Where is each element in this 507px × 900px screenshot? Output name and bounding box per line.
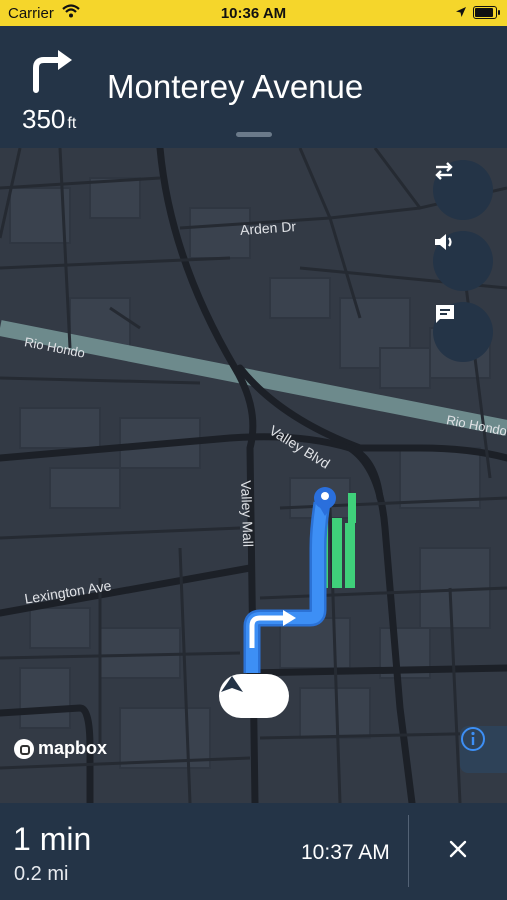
turn-right-icon — [28, 46, 76, 99]
mapbox-wordmark: mapbox — [38, 738, 108, 758]
cancel-navigation-button[interactable] — [437, 830, 479, 872]
arrival-time: 10:37 AM — [301, 841, 390, 864]
remaining-time: 1 min — [13, 821, 92, 857]
trip-progress-bar: 1 min 0.2 mi 10:37 AM — [0, 803, 507, 900]
banner-drag-handle[interactable] — [236, 132, 272, 137]
mute-button[interactable] — [433, 231, 493, 291]
status-bar: Carrier 10:36 AM — [0, 0, 507, 26]
map-view[interactable]: Arden Dr Rio Hondo Rio Hondo Valley Blvd… — [0, 148, 507, 803]
close-icon — [448, 839, 468, 864]
remaining-distance: 0.2 mi — [14, 863, 69, 885]
mapbox-attribution[interactable]: mapbox — [14, 738, 107, 759]
mapbox-logo-icon — [14, 738, 34, 759]
maneuver-distance: 350 ft — [22, 104, 76, 135]
distance-unit: ft — [67, 115, 77, 132]
location-arrow-icon — [455, 5, 467, 22]
route-overview-button[interactable] — [433, 160, 493, 220]
distance-value: 350 — [22, 104, 66, 134]
street-name: Monterey Avenue — [107, 68, 364, 105]
status-time: 10:36 AM — [220, 5, 287, 22]
divider — [408, 815, 409, 887]
user-location-puck — [219, 674, 289, 718]
instruction-banner[interactable]: 350 ft Monterey Avenue — [0, 26, 507, 148]
info-button[interactable] — [460, 726, 507, 773]
battery-icon — [473, 6, 500, 19]
map-label-valley-mall: Valley Mall — [238, 480, 257, 548]
feedback-button[interactable] — [433, 302, 493, 362]
